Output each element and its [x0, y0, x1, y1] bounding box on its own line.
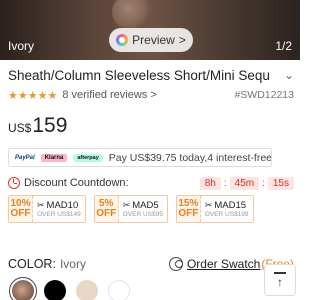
coupon-percent: 5% OFF [94, 196, 119, 222]
scissors-icon: ✂ [122, 200, 131, 210]
reviews-label: 8 verified reviews [62, 89, 148, 101]
installment-text: Pay US$39.75 today,4 interest-free [108, 151, 272, 164]
coupon-code: MAD5 [132, 200, 159, 211]
coupon-off-label: OFF [96, 208, 117, 219]
countdown-timer: 8h : 45m : 15s [199, 176, 294, 190]
coupon-card[interactable]: 15% OFF ✂ MAD15 OVER US$199 [175, 195, 254, 223]
installment-strip[interactable]: PayPal Klarna afterpay Pay US$39.75 toda… [8, 148, 272, 167]
color-row: COLOR: Ivory Order Swatch (Free) [8, 256, 294, 272]
swatch-black[interactable] [44, 280, 66, 300]
timer-minutes: 45m [229, 176, 260, 190]
color-label: COLOR: [8, 257, 56, 271]
coupon-card[interactable]: 10% OFF ✂ MAD10 OVER US$149 [8, 195, 86, 223]
timer-separator: : [223, 177, 227, 189]
countdown-label: Discount Countdown: [24, 177, 129, 189]
scissors-icon: ✂ [37, 200, 45, 210]
chevron-down-icon[interactable]: ⌄ [284, 68, 294, 82]
coupon-percent: 10% OFF [9, 196, 33, 222]
coupon-code-block: ✂ MAD5 OVER US$95 [119, 196, 167, 222]
product-title: Sheath/Column Sleeveless Short/Mini Sequ [8, 67, 270, 83]
discount-countdown: Discount Countdown: 8h : 45m : 15s [8, 176, 294, 190]
image-counter: 1/2 [275, 39, 292, 53]
afterpay-logo: afterpay [73, 153, 103, 162]
product-sku: #SWD12213 [234, 89, 294, 101]
arrow-up-icon: ↑ [277, 274, 283, 289]
price: US$ 159 [8, 114, 67, 140]
back-to-top-button[interactable]: ↑ [264, 264, 296, 296]
coupon-code-block: ✂ MAD15 OVER US$199 [201, 196, 253, 222]
swatch-white[interactable] [108, 280, 130, 300]
order-swatch-label: Order Swatch [186, 257, 261, 271]
color-value: Ivory [59, 257, 86, 271]
scissors-icon: ✂ [204, 200, 213, 210]
rating-stars: ★★★★★ [8, 89, 58, 102]
rating-row: ★★★★★ 8 verified reviews > #SWD12213 [8, 88, 294, 102]
price-amount: 159 [32, 114, 68, 137]
coupon-condition: OVER US$95 [122, 211, 163, 218]
coupon-card[interactable]: 5% OFF ✂ MAD5 OVER US$95 [93, 195, 168, 223]
chevron-right-icon: > [150, 89, 157, 101]
swatch-ivory[interactable] [9, 277, 37, 300]
product-image[interactable]: Ivory Preview > 1/2 [0, 0, 300, 60]
coupon-code-block: ✂ MAD10 OVER US$149 [33, 196, 85, 222]
product-image-detail [112, 0, 152, 30]
chevron-right-icon: > [178, 33, 186, 47]
swatch-icon [168, 257, 183, 271]
coupon-code: MAD10 [46, 200, 79, 211]
coupon-off-label: OFF [10, 208, 31, 219]
clock-icon [8, 177, 20, 189]
coupon-list: 10% OFF ✂ MAD10 OVER US$149 5% OFF ✂ MAD… [8, 195, 300, 227]
color-swatches [9, 277, 130, 300]
price-currency: US$ [8, 121, 32, 135]
preview-label: Preview [132, 33, 175, 47]
preview-button[interactable]: Preview > [109, 28, 193, 52]
timer-hours: 8h [199, 176, 221, 190]
coupon-condition: OVER US$199 [204, 211, 249, 218]
coupon-condition: OVER US$149 [37, 211, 81, 218]
reviews-link[interactable]: 8 verified reviews > [62, 89, 156, 101]
paypal-logo: PayPal [15, 154, 35, 161]
klarna-logo: Klarna [40, 153, 68, 162]
coupon-percent: 15% OFF [176, 196, 201, 222]
image-color-label: Ivory [8, 39, 35, 53]
timer-separator: : [262, 177, 265, 189]
preview-icon [116, 34, 129, 46]
product-title-row[interactable]: Sheath/Column Sleeveless Short/Mini Sequ… [8, 66, 294, 84]
coupon-off-label: OFF [178, 208, 199, 219]
back-to-top-bar [274, 272, 286, 274]
timer-seconds: 15s [267, 176, 294, 190]
coupon-code: MAD15 [214, 200, 247, 211]
swatch-champagne[interactable] [76, 280, 98, 300]
